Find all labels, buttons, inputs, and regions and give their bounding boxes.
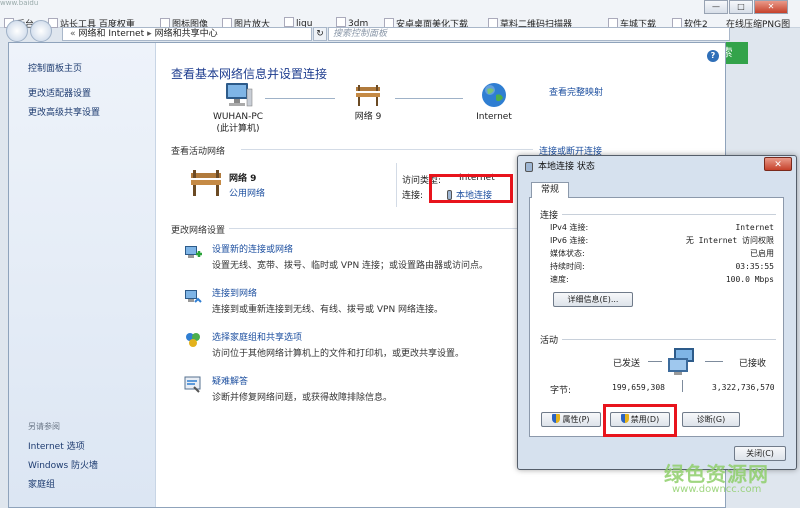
task-description: 诊断并修复网络问题，或获得故障排除信息。 bbox=[212, 393, 393, 403]
globe-icon bbox=[479, 81, 509, 109]
node-sublabel: (此计算机) bbox=[216, 124, 260, 134]
left-link-homegroup[interactable]: 家庭组 bbox=[28, 477, 55, 490]
activity-line bbox=[705, 361, 723, 362]
left-link-firewall[interactable]: Windows 防火墙 bbox=[28, 458, 98, 471]
node-label: Internet bbox=[476, 112, 512, 122]
group-divider bbox=[562, 339, 776, 340]
local-connection-status-dialog: 本地连接 状态 ✕ 常规 连接 IPv4 连接: Internet IPv6 连接… bbox=[517, 155, 797, 470]
received-label: 已接收 bbox=[739, 359, 767, 369]
watermark-title: 绿色资源网 bbox=[664, 462, 769, 486]
node-this-computer: WUHAN-PC (此计算机) bbox=[193, 81, 283, 135]
see-also-heading: 另请参阅 bbox=[28, 422, 60, 431]
left-link-advanced-sharing[interactable]: 更改高级共享设置 bbox=[28, 105, 100, 118]
task-link[interactable]: 选择家庭组和共享选项 bbox=[212, 330, 302, 343]
computer-icon bbox=[223, 81, 253, 109]
activity-separator bbox=[682, 380, 683, 392]
full-map-link[interactable]: 查看完整映射 bbox=[549, 85, 603, 98]
forward-button[interactable] bbox=[30, 20, 52, 42]
search-input[interactable]: 搜索控制面板 bbox=[328, 27, 730, 41]
active-networks-heading: 查看活动网络 bbox=[171, 147, 226, 157]
bytes-label: 字节: bbox=[550, 386, 572, 396]
left-link-adapter-settings[interactable]: 更改适配器设置 bbox=[28, 86, 91, 99]
troubleshoot-icon bbox=[183, 374, 203, 394]
section-divider bbox=[229, 228, 533, 229]
bookmark-item[interactable]: 在线压缩PNG图 bbox=[726, 17, 790, 30]
details-button[interactable]: 详细信息(E)... bbox=[553, 292, 633, 307]
task-troubleshoot: 疑难解答 诊断并修复网络问题，或获得故障排除信息。 bbox=[183, 374, 523, 404]
task-description: 连接到或重新连接到无线、有线、拨号或 VPN 网络连接。 bbox=[212, 305, 444, 315]
task-description: 访问位于其他网络计算机上的文件和打印机，或更改共享设置。 bbox=[212, 349, 465, 359]
properties-button[interactable]: 属性(P) bbox=[541, 412, 601, 427]
node-internet: Internet bbox=[449, 81, 539, 123]
breadcrumb-chevron-icon: « bbox=[70, 29, 76, 39]
local-connection-link[interactable]: 本地连接 bbox=[447, 188, 492, 201]
received-bytes: 3,322,736,570 bbox=[712, 383, 775, 392]
breadcrumb-sharing-center[interactable]: 网络和共享中心 bbox=[155, 29, 218, 39]
network-name: 网络 9 bbox=[229, 174, 257, 184]
left-pane: 控制面板主页 更改适配器设置 更改高级共享设置 另请参阅 Internet 选项… bbox=[9, 43, 156, 507]
task-connect-network: 连接到网络 连接到或重新连接到无线、有线、拨号或 VPN 网络连接。 bbox=[183, 286, 523, 316]
task-new-connection: 设置新的连接或网络 设置无线、宽带、拨号、临时或 VPN 连接；或设置路由器或访… bbox=[183, 242, 523, 272]
connect-network-icon bbox=[183, 286, 203, 306]
status-row: 媒体状态: 已启用 bbox=[550, 249, 774, 258]
highlight-box bbox=[603, 404, 677, 437]
tab-general[interactable]: 常规 bbox=[531, 182, 569, 198]
task-link[interactable]: 连接到网络 bbox=[212, 286, 257, 299]
new-connection-icon bbox=[183, 242, 203, 262]
bookmarks-bar: www.baidu 后台 站长工具 百度权重 图标图像 图片放大 liqu 3d… bbox=[0, 0, 800, 30]
uac-shield-icon bbox=[552, 414, 561, 423]
diagnose-button[interactable]: 诊断(G) bbox=[682, 412, 740, 427]
maximize-button[interactable]: □ bbox=[729, 0, 753, 14]
task-homegroup: 选择家庭组和共享选项 访问位于其他网络计算机上的文件和打印机，或更改共享设置。 bbox=[183, 330, 523, 360]
dialog-panel: 连接 IPv4 连接: Internet IPv6 连接: 无 Internet 访… bbox=[529, 197, 784, 437]
task-link[interactable]: 设置新的连接或网络 bbox=[212, 242, 293, 255]
back-button[interactable] bbox=[6, 20, 28, 42]
group-divider bbox=[562, 214, 776, 215]
network-activity-icon bbox=[666, 346, 702, 378]
node-network: 网络 9 bbox=[323, 81, 413, 123]
task-description: 设置无线、宽带、拨号、临时或 VPN 连接；或设置路由器或访问点。 bbox=[212, 261, 489, 271]
page-icon bbox=[336, 17, 346, 27]
left-link-control-panel-home[interactable]: 控制面板主页 bbox=[28, 61, 82, 74]
breadcrumb-network[interactable]: 网络和 Internet bbox=[79, 29, 145, 39]
activity-group-title: 活动 bbox=[540, 336, 559, 346]
status-row: IPv6 连接: 无 Internet 访问权限 bbox=[550, 236, 774, 245]
connection-group-title: 连接 bbox=[540, 211, 559, 221]
bench-icon bbox=[187, 165, 225, 199]
page-title: 查看基本网络信息并设置连接 bbox=[171, 67, 328, 81]
task-link[interactable]: 疑难解答 bbox=[212, 374, 248, 387]
network-type-link[interactable]: 公用网络 bbox=[229, 186, 265, 199]
activity-line bbox=[648, 361, 662, 362]
vertical-divider bbox=[396, 163, 397, 207]
faded-url: www.baidu bbox=[0, 0, 39, 6]
left-link-internet-options[interactable]: Internet 选项 bbox=[28, 439, 85, 452]
change-settings-heading: 更改网络设置 bbox=[171, 226, 226, 236]
status-row: 持续时间: 03:35:55 bbox=[550, 262, 774, 271]
connection-icon bbox=[447, 190, 452, 200]
sent-bytes: 199,659,308 bbox=[612, 383, 665, 392]
homegroup-icon bbox=[183, 330, 203, 350]
window-controls: — □ ✕ bbox=[704, 0, 788, 14]
address-bar[interactable]: «网络和 Internet ▸ 网络和共享中心 bbox=[62, 27, 312, 41]
close-button[interactable]: ✕ bbox=[754, 0, 788, 14]
dialog-close-button[interactable]: ✕ bbox=[764, 157, 792, 171]
local-connection-label: 本地连接 bbox=[456, 191, 493, 201]
refresh-button[interactable]: ↻ bbox=[313, 27, 327, 41]
sent-label: 已发送 bbox=[613, 359, 641, 369]
bench-icon bbox=[353, 81, 383, 109]
connection-label: 连接: bbox=[402, 191, 424, 201]
minimize-button[interactable]: — bbox=[704, 0, 728, 14]
dialog-title: 本地连接 状态 bbox=[538, 162, 595, 172]
section-divider bbox=[241, 149, 533, 150]
watermark-url: www.downcc.com bbox=[672, 484, 762, 495]
node-label: 网络 9 bbox=[354, 112, 382, 122]
status-row: IPv4 连接: Internet bbox=[550, 223, 774, 232]
help-icon[interactable]: ? bbox=[707, 50, 719, 62]
breadcrumb-separator-icon: ▸ bbox=[147, 29, 152, 39]
node-label: WUHAN-PC bbox=[212, 112, 264, 122]
page-icon bbox=[284, 17, 294, 27]
status-row: 速度: 100.0 Mbps bbox=[550, 275, 774, 284]
